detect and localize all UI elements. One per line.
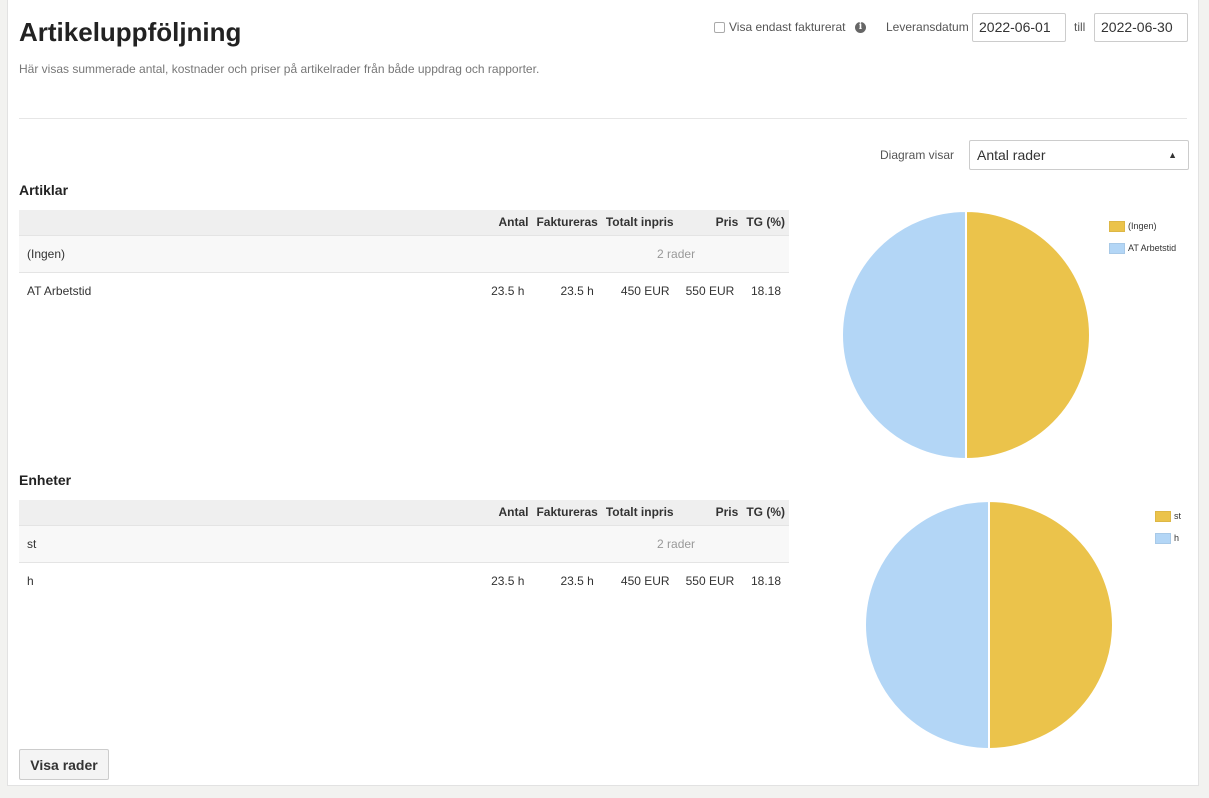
legend-swatch bbox=[1109, 242, 1125, 254]
row-pris: 550 EUR bbox=[685, 283, 735, 298]
column-header-inpris[interactable]: Totalt inpris bbox=[602, 210, 678, 235]
table-row[interactable]: AT Arbetstid 23.5 h 23.5 h 450 EUR 550 E… bbox=[19, 272, 789, 309]
legend-item[interactable]: (Ingen) bbox=[1109, 215, 1176, 237]
legend-swatch bbox=[1109, 220, 1125, 232]
legend-item[interactable]: AT Arbetstid bbox=[1109, 237, 1176, 259]
row-summary: 2 rader bbox=[657, 536, 696, 551]
row-tg: 18.18 bbox=[750, 573, 781, 588]
table-header-row: Antal Faktureras Totalt inpris Pris TG (… bbox=[19, 500, 789, 525]
row-name: AT Arbetstid bbox=[27, 283, 92, 298]
date-from-input[interactable]: 2022-06-01 bbox=[972, 13, 1066, 42]
articles-pie-chart bbox=[841, 209, 1091, 461]
row-faktureras: 23.5 h bbox=[560, 573, 594, 588]
row-summary: 2 rader bbox=[657, 246, 696, 261]
row-name: st bbox=[27, 536, 37, 551]
till-label: till bbox=[1074, 20, 1086, 34]
row-antal: 23.5 h bbox=[491, 283, 525, 298]
diagram-select[interactable]: Antal rader ▲ bbox=[969, 140, 1189, 170]
legend-label: st bbox=[1174, 511, 1182, 521]
show-rows-button[interactable]: Visa rader bbox=[19, 749, 109, 780]
pie-slice-1[interactable] bbox=[841, 209, 967, 461]
legend-label: h bbox=[1174, 533, 1180, 543]
select-arrows-icon: ▲ bbox=[1168, 150, 1177, 160]
main-panel: Artikeluppföljning Här visas summerade a… bbox=[7, 0, 1199, 786]
page-subtitle: Här visas summerade antal, kostnader och… bbox=[19, 62, 540, 76]
row-name: h bbox=[27, 573, 34, 588]
table-row[interactable]: h 23.5 h 23.5 h 450 EUR 550 EUR 18.18 bbox=[19, 562, 789, 599]
legend-swatch bbox=[1155, 532, 1171, 544]
only-invoiced-checkbox[interactable]: Visa endast fakturerat bbox=[714, 20, 846, 34]
units-table: Antal Faktureras Totalt inpris Pris TG (… bbox=[19, 500, 789, 599]
legend-item[interactable]: h bbox=[1155, 527, 1181, 549]
column-header-name bbox=[19, 500, 451, 525]
column-header-pris[interactable]: Pris bbox=[678, 500, 743, 525]
units-pie-chart bbox=[864, 499, 1114, 751]
column-header-tg[interactable]: TG (%) bbox=[742, 500, 789, 525]
column-header-inpris[interactable]: Totalt inpris bbox=[602, 500, 678, 525]
column-header-pris[interactable]: Pris bbox=[678, 210, 743, 235]
page-title: Artikeluppföljning bbox=[19, 17, 242, 47]
table-header-row: Antal Faktureras Totalt inpris Pris TG (… bbox=[19, 210, 789, 235]
pie-slice-0[interactable] bbox=[988, 499, 1114, 751]
articles-table: Antal Faktureras Totalt inpris Pris TG (… bbox=[19, 210, 789, 309]
only-invoiced-label: Visa endast fakturerat bbox=[729, 20, 846, 34]
pie-slice-0[interactable] bbox=[965, 209, 1091, 461]
row-faktureras: 23.5 h bbox=[560, 283, 594, 298]
row-pris: 550 EUR bbox=[685, 573, 735, 588]
column-header-tg[interactable]: TG (%) bbox=[742, 210, 789, 235]
column-header-faktureras[interactable]: Faktureras bbox=[532, 210, 601, 235]
pie-slice-1[interactable] bbox=[864, 499, 990, 751]
row-tg: 18.18 bbox=[750, 283, 781, 298]
header-divider bbox=[19, 118, 1187, 119]
column-header-antal[interactable]: Antal bbox=[451, 500, 532, 525]
articles-legend: (Ingen) AT Arbetstid bbox=[1109, 215, 1176, 259]
column-header-antal[interactable]: Antal bbox=[451, 210, 532, 235]
row-inpris: 450 EUR bbox=[620, 283, 670, 298]
table-row[interactable]: st 2 rader bbox=[19, 525, 789, 562]
row-name: (Ingen) bbox=[27, 246, 66, 261]
legend-item[interactable]: st bbox=[1155, 505, 1181, 527]
legend-label: AT Arbetstid bbox=[1128, 243, 1177, 253]
date-to-input[interactable]: 2022-06-30 bbox=[1094, 13, 1188, 42]
delivery-date-label: Leveransdatum bbox=[886, 20, 969, 34]
units-legend: st h bbox=[1155, 505, 1181, 549]
checkbox-box[interactable] bbox=[714, 21, 725, 33]
row-inpris: 450 EUR bbox=[620, 573, 670, 588]
articles-title: Artiklar bbox=[19, 182, 69, 198]
diagram-label: Diagram visar bbox=[880, 148, 955, 162]
column-header-name bbox=[19, 210, 451, 235]
row-antal: 23.5 h bbox=[491, 573, 525, 588]
column-header-faktureras[interactable]: Faktureras bbox=[532, 500, 601, 525]
diagram-select-value: Antal rader bbox=[977, 147, 1046, 163]
info-icon[interactable]: i bbox=[855, 22, 866, 33]
legend-swatch bbox=[1155, 510, 1171, 522]
legend-label: (Ingen) bbox=[1128, 221, 1157, 231]
table-row[interactable]: (Ingen) 2 rader bbox=[19, 235, 789, 272]
units-title: Enheter bbox=[19, 472, 72, 488]
